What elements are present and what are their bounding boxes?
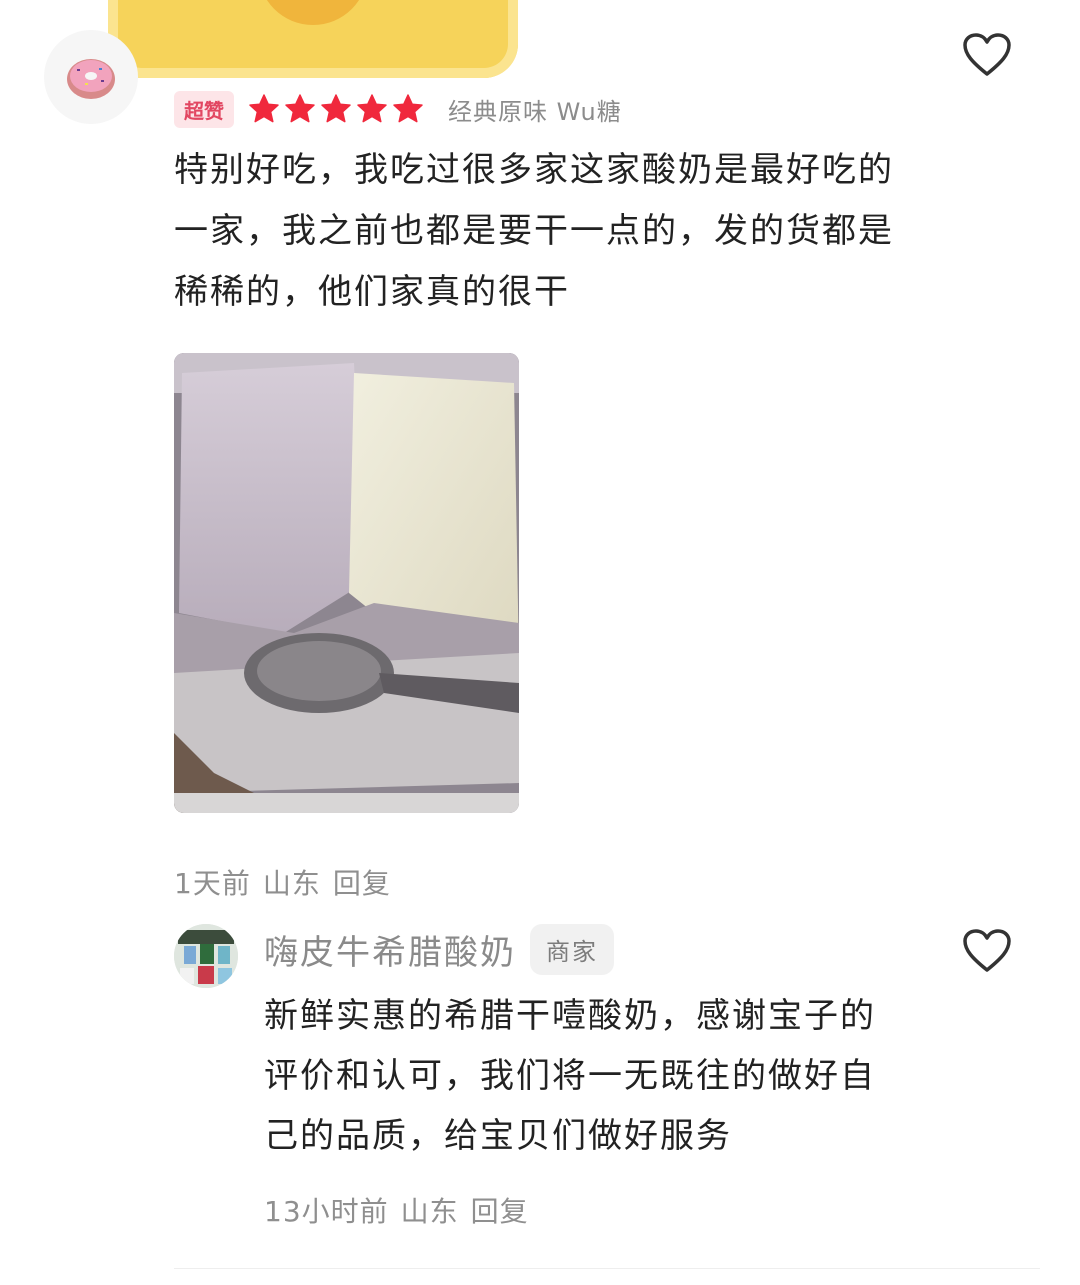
reply-like-heart-icon[interactable] — [962, 928, 1012, 974]
merchant-reply-text: 新鲜实惠的希腊干噎酸奶，感谢宝子的评价和认可，我们将一无既往的做好自己的品质，给… — [264, 996, 876, 1156]
rating-row: 超赞 经典原味 Wu糖 — [174, 90, 622, 128]
reply-location: 山东 — [400, 1195, 459, 1228]
yogurt-photo-image — [174, 353, 519, 813]
reviewer-avatar[interactable] — [44, 30, 138, 124]
reply-link[interactable]: 回复 — [333, 867, 391, 900]
like-heart-icon[interactable] — [962, 32, 1012, 78]
rating-badge: 超赞 — [174, 90, 234, 128]
star-icon — [357, 94, 387, 123]
review-location: 山东 — [262, 867, 321, 900]
decorative-sticker — [108, 0, 518, 78]
merchant-name-row: 嗨皮牛希腊酸奶 商家 — [264, 922, 614, 976]
merchant-avatar-image — [174, 924, 238, 988]
review-photo[interactable] — [174, 353, 519, 813]
star-icon — [393, 94, 423, 123]
divider — [174, 1268, 1040, 1269]
merchant-name[interactable]: 嗨皮牛希腊酸奶 — [264, 925, 516, 974]
reply-meta: 13小时前 山东 回复 — [264, 1190, 541, 1230]
sticker-shape — [258, 0, 368, 25]
reply-time: 13小时前 — [264, 1195, 389, 1228]
reply-reply-link[interactable]: 回复 — [471, 1195, 529, 1228]
merchant-badge: 商家 — [530, 923, 614, 975]
star-rating — [248, 93, 424, 125]
review-time: 1天前 — [174, 867, 251, 900]
donut-icon — [67, 59, 115, 99]
review-meta: 1天前 山东 回复 — [174, 862, 403, 902]
product-variant: 经典原味 Wu糖 — [448, 97, 622, 126]
merchant-avatar[interactable] — [174, 924, 238, 988]
star-icon — [285, 94, 315, 123]
review-text: 特别好吃，我吃过很多家这家酸奶是最好吃的一家，我之前也都是要干一点的，发的货都是… — [174, 150, 894, 312]
star-icon — [321, 94, 351, 123]
star-icon — [249, 94, 279, 123]
